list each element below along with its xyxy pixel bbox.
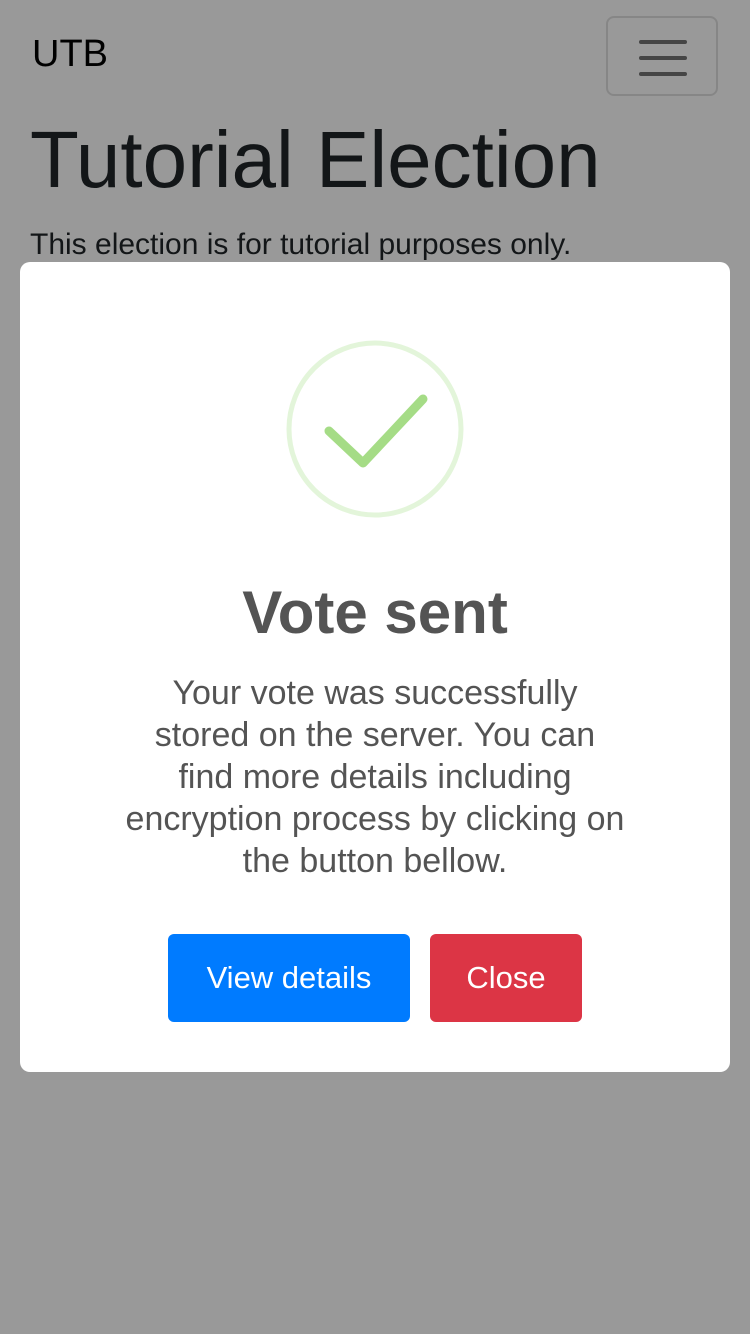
success-check-icon (286, 340, 464, 518)
page: UTB Tutorial Election This election is f… (0, 0, 750, 1334)
dialog-title: Vote sent (242, 579, 508, 646)
close-button[interactable]: Close (430, 934, 582, 1022)
view-details-button[interactable]: View details (168, 934, 410, 1022)
dialog-actions: View details Close (20, 934, 730, 1022)
vote-sent-dialog: Vote sent Your vote was successfully sto… (20, 262, 730, 1072)
dialog-message: Your vote was successfully stored on the… (125, 674, 625, 880)
